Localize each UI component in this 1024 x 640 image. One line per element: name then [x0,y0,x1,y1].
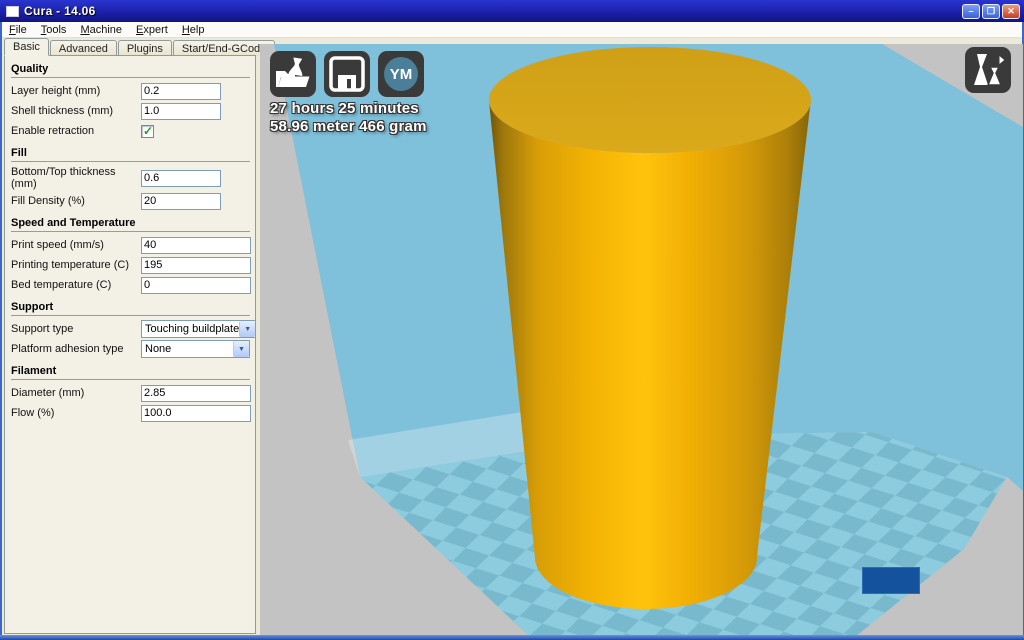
settings-tabbar: Basic Advanced Plugins Start/End-GCode [4,38,276,56]
minimize-button[interactable]: – [962,3,980,19]
maximize-button[interactable]: ❐ [982,3,1000,19]
print-speed-label: Print speed (mm/s) [11,239,104,251]
section-speed-temperature: Speed and Temperature [11,216,250,232]
window-border [0,635,1024,640]
window-title: Cura - 14.06 [24,4,96,18]
row-print-speed: Print speed (mm/s) [11,236,251,254]
flow-label: Flow (%) [11,407,55,419]
bottom-top-thickness-label: Bottom/Top thickness (mm) [11,166,116,190]
print-speed-input[interactable] [141,236,251,254]
section-quality: Quality [11,62,250,78]
youmagine-share-icon[interactable]: YM [378,51,424,97]
menu-bar: File Tools Machine Expert Help [2,22,1022,38]
menu-tools[interactable]: Tools [34,23,74,37]
row-diameter: Diameter (mm) [11,384,251,402]
menu-machine[interactable]: Machine [73,23,129,37]
enable-retraction-label: Enable retraction [11,125,95,137]
bed-temperature-input[interactable] [141,276,251,294]
row-bed-temperature: Bed temperature (C) [11,276,251,294]
close-button[interactable]: ✕ [1002,3,1020,19]
section-support: Support [11,300,250,316]
printing-temperature-input[interactable] [141,256,251,274]
menu-help[interactable]: Help [175,23,212,37]
flow-input[interactable] [141,404,251,422]
bed-temperature-label: Bed temperature (C) [11,279,112,291]
fill-density-input[interactable] [141,192,221,210]
bottom-top-thickness-input[interactable] [141,169,221,187]
save-toolpath-icon[interactable] [324,51,370,97]
layer-height-input[interactable] [141,82,221,100]
diameter-label: Diameter (mm) [11,387,85,399]
print-stats: 27 hours 25 minutes 58.96 meter 466 gram [270,100,427,136]
tab-plugins[interactable]: Plugins [117,40,172,56]
support-type-label: Support type [11,323,74,335]
row-bottom-top-thickness: Bottom/Top thickness (mm) [11,166,250,190]
chevron-down-icon[interactable]: ▼ [233,341,249,357]
printing-temperature-label: Printing temperature (C) [11,259,129,271]
tab-advanced[interactable]: Advanced [49,40,117,56]
platform-adhesion-label: Platform adhesion type [11,343,124,355]
row-fill-density: Fill Density (%) [11,192,250,210]
diameter-input[interactable] [141,384,251,402]
shell-thickness-input[interactable] [141,102,221,120]
enable-retraction-checkbox[interactable] [141,124,154,138]
platform-adhesion-value: None [145,343,172,355]
fill-density-label: Fill Density (%) [11,195,85,207]
app-icon [6,5,19,17]
cura-window: Cura - 14.06 – ❐ ✕ File Tools Machine Ex… [0,0,1024,640]
3d-viewport[interactable]: YM 27 hours 25 minutes 58.96 meter 466 g… [260,44,1023,637]
title-bar[interactable]: Cura - 14.06 – ❐ ✕ [0,0,1024,22]
print-time: 27 hours 25 minutes [270,100,419,117]
support-type-select[interactable]: Touching buildplate ▼ [141,320,257,338]
section-filament: Filament [11,364,250,380]
tab-basic[interactable]: Basic [4,38,49,56]
row-platform-adhesion: Platform adhesion type None ▼ [11,340,250,358]
basic-settings-panel: Quality Layer height (mm) Shell thicknes… [4,55,257,634]
platform-adhesion-select[interactable]: None ▼ [141,340,250,358]
row-support-type: Support type Touching buildplate ▼ [11,320,257,338]
load-model-icon[interactable] [270,51,316,97]
row-printing-temperature: Printing temperature (C) [11,256,251,274]
shell-thickness-label: Shell thickness (mm) [11,105,114,117]
support-type-value: Touching buildplate [145,323,240,335]
layer-height-label: Layer height (mm) [11,85,101,97]
print-material: 58.96 meter 466 gram [270,118,427,135]
row-shell-thickness: Shell thickness (mm) [11,102,250,120]
row-layer-height: Layer height (mm) [11,82,250,100]
section-fill: Fill [11,146,250,162]
menu-expert[interactable]: Expert [129,23,175,37]
svg-text:YM: YM [390,66,413,83]
row-enable-retraction: Enable retraction [11,122,250,140]
view-mode-icon[interactable] [965,47,1011,93]
chevron-down-icon[interactable]: ▼ [239,321,256,337]
menu-file[interactable]: File [2,23,34,37]
viewport-toolbar: YM [270,51,424,97]
row-flow: Flow (%) [11,404,251,422]
